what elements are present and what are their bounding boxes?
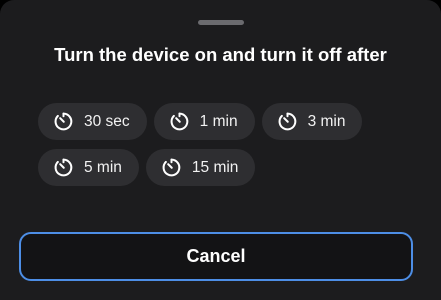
- timer-option-label: 1 min: [199, 112, 238, 130]
- timer-option-label: 30 sec: [84, 112, 130, 130]
- timer-option-label: 3 min: [307, 112, 346, 130]
- timer-option-label: 5 min: [84, 158, 122, 176]
- timer-option-15-min[interactable]: 15 min: [145, 149, 256, 186]
- timer-icon: [53, 157, 74, 178]
- timer-icon: [169, 111, 190, 132]
- dialog-title: Turn the device on and turn it off after: [54, 44, 387, 65]
- timer-options-row: 5 min 15 min: [38, 149, 368, 186]
- drag-handle[interactable]: [198, 20, 244, 25]
- timer-icon: [53, 111, 74, 132]
- cancel-button-label: Cancel: [186, 246, 246, 266]
- timer-option-5-min[interactable]: 5 min: [38, 149, 139, 186]
- bottom-sheet: Turn the device on and turn it off after…: [0, 0, 441, 300]
- timer-icon: [161, 157, 182, 178]
- cancel-button[interactable]: Cancel: [19, 232, 413, 281]
- timer-option-label: 15 min: [191, 158, 239, 176]
- timer-option-30-sec[interactable]: 30 sec: [38, 103, 147, 140]
- timer-option-3-min[interactable]: 3 min: [261, 103, 363, 140]
- timer-option-1-min[interactable]: 1 min: [153, 103, 255, 140]
- timer-options-row: 30 sec 1 min 3 min: [38, 103, 368, 140]
- timer-icon: [277, 111, 298, 132]
- timer-options: 30 sec 1 min 3 min 5 min 15 min: [38, 103, 368, 195]
